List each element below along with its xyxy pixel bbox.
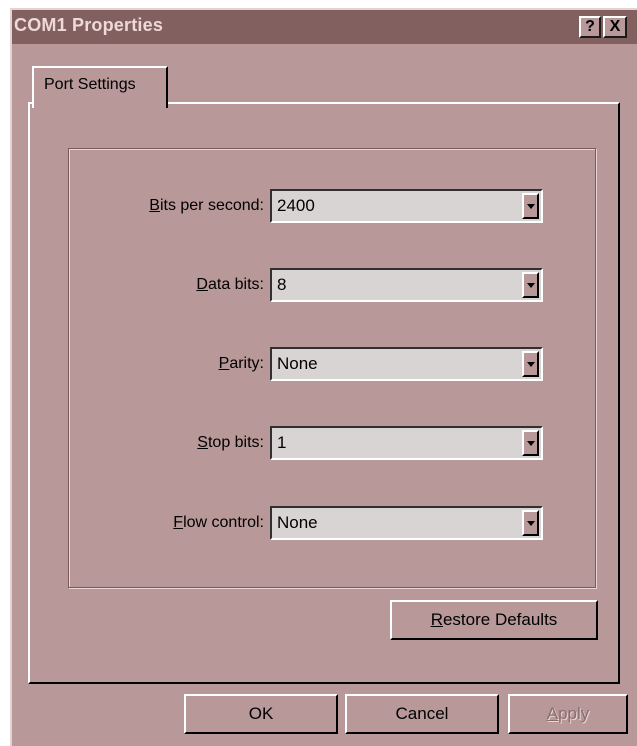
- select-value: 2400: [277, 196, 315, 215]
- select-value: None: [277, 354, 318, 373]
- label-text: arity:: [229, 355, 264, 372]
- dropdown-arrow-icon[interactable]: [522, 193, 539, 219]
- accelerator-key: B: [149, 197, 160, 214]
- data-bits-label: Data bits:: [64, 276, 264, 294]
- flow-control-label: Flow control:: [64, 514, 264, 532]
- apply-button[interactable]: Apply: [508, 694, 628, 734]
- accelerator-key: D: [196, 276, 208, 293]
- dropdown-arrow-icon[interactable]: [522, 430, 539, 456]
- dropdown-arrow-icon[interactable]: [522, 272, 539, 298]
- ok-button[interactable]: OK: [184, 694, 338, 734]
- accelerator-key: F: [173, 514, 184, 531]
- com1-properties-dialog: COM1 Properties ? X Port Settings Bits p…: [10, 8, 637, 746]
- accelerator-key: A: [546, 704, 559, 723]
- close-button[interactable]: X: [603, 16, 627, 38]
- parity-label: Parity:: [64, 355, 264, 373]
- label-text: low control:: [183, 514, 264, 531]
- tab-label: Port Settings: [44, 76, 136, 93]
- restore-defaults-button[interactable]: Restore Defaults: [390, 600, 598, 640]
- dropdown-arrow-icon[interactable]: [522, 510, 539, 536]
- data-bits-select[interactable]: 8: [270, 268, 543, 302]
- help-button[interactable]: ?: [579, 16, 601, 38]
- label-text: top bits:: [207, 434, 264, 451]
- flow-control-select[interactable]: None: [270, 506, 543, 540]
- select-value: 1: [277, 433, 287, 452]
- select-value: None: [277, 513, 318, 532]
- tab-port-settings[interactable]: Port Settings: [32, 66, 168, 108]
- stop-bits-label: Stop bits:: [64, 434, 264, 452]
- window-title: COM1 Properties: [14, 15, 164, 35]
- button-label: estore Defaults: [442, 610, 558, 629]
- parity-select[interactable]: None: [270, 347, 543, 381]
- label-text: ata bits:: [207, 276, 264, 293]
- bits-per-second-select[interactable]: 2400: [270, 189, 543, 223]
- button-label: pply: [558, 704, 590, 723]
- title-bar[interactable]: COM1 Properties ? X: [12, 10, 637, 44]
- accelerator-key: S: [197, 434, 208, 451]
- bits-per-second-label: Bits per second:: [64, 197, 264, 215]
- accelerator-key: P: [218, 355, 230, 372]
- accelerator-key: R: [430, 610, 443, 629]
- label-text: its per second:: [159, 197, 264, 214]
- dropdown-arrow-icon[interactable]: [522, 351, 539, 377]
- select-value: 8: [277, 275, 287, 294]
- stop-bits-select[interactable]: 1: [270, 426, 543, 460]
- cancel-button[interactable]: Cancel: [345, 694, 499, 734]
